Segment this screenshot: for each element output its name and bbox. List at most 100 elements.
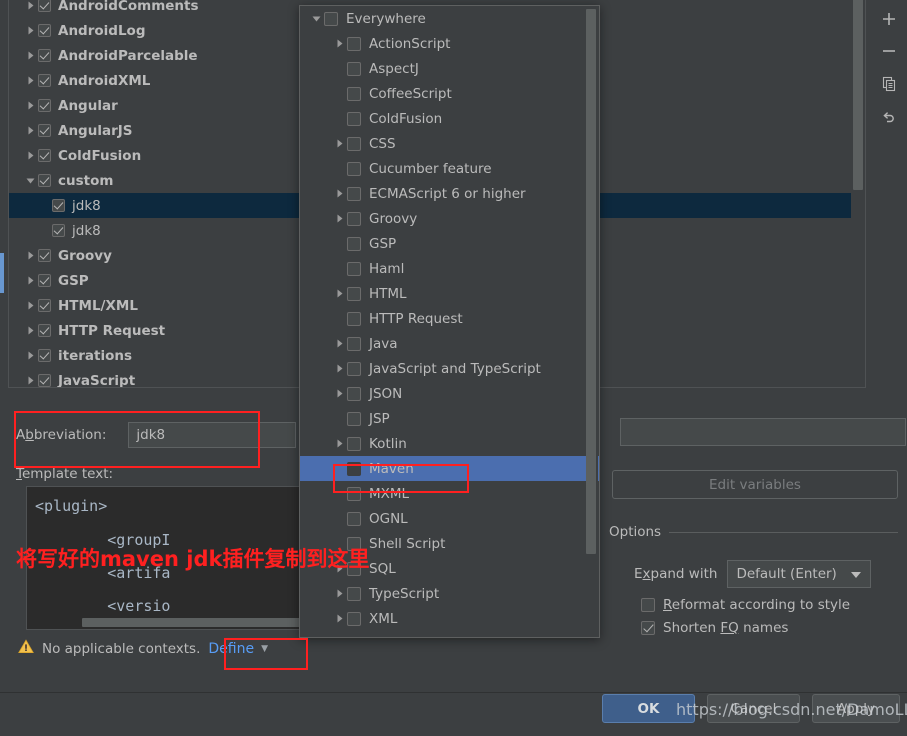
abbreviation-input[interactable]: jdk8: [128, 422, 297, 448]
chevron-right-icon[interactable]: [23, 150, 38, 161]
description-input[interactable]: [620, 418, 906, 446]
popup-row[interactable]: GSP: [300, 231, 599, 256]
popup-row-checkbox[interactable]: [324, 11, 338, 26]
popup-row-checkbox[interactable]: [347, 361, 361, 376]
chevron-right-icon[interactable]: [331, 388, 347, 399]
chevron-right-icon[interactable]: [23, 25, 38, 36]
tree-row-checkbox[interactable]: [38, 74, 51, 87]
popup-row[interactable]: CoffeeScript: [300, 81, 599, 106]
chevron-right-icon[interactable]: [331, 338, 347, 349]
tree-row-checkbox[interactable]: [38, 24, 51, 37]
popup-row[interactable]: Haml: [300, 256, 599, 281]
ok-button[interactable]: OK: [602, 694, 695, 723]
popup-row[interactable]: AspectJ: [300, 56, 599, 81]
chevron-right-icon[interactable]: [23, 275, 38, 286]
tree-row-checkbox[interactable]: [38, 124, 51, 137]
popup-row-checkbox[interactable]: [347, 211, 361, 226]
duplicate-template-button[interactable]: [874, 70, 904, 98]
popup-row-checkbox[interactable]: [347, 36, 361, 51]
popup-row[interactable]: ActionScript: [300, 31, 599, 56]
tree-row-checkbox[interactable]: [38, 299, 51, 312]
chevron-right-icon[interactable]: [23, 250, 38, 261]
chevron-right-icon[interactable]: [331, 38, 347, 49]
popup-row[interactable]: HTTP Request: [300, 306, 599, 331]
remove-template-button[interactable]: [874, 38, 904, 66]
popup-row-checkbox[interactable]: [347, 311, 361, 326]
popup-row[interactable]: MXML: [300, 481, 599, 506]
chevron-right-icon[interactable]: [23, 75, 38, 86]
chevron-right-icon[interactable]: [23, 300, 38, 311]
expand-with-select[interactable]: Default (Enter): [727, 560, 872, 588]
tree-row-checkbox[interactable]: [38, 349, 51, 362]
popup-row-checkbox[interactable]: [347, 136, 361, 151]
popup-row[interactable]: SQL: [300, 556, 599, 581]
popup-row-checkbox[interactable]: [347, 536, 361, 551]
popup-row-checkbox[interactable]: [347, 411, 361, 426]
chevron-right-icon[interactable]: [331, 288, 347, 299]
popup-row[interactable]: Shell Script: [300, 531, 599, 556]
cancel-button[interactable]: Cancel: [707, 694, 800, 723]
popup-row[interactable]: OGNL: [300, 506, 599, 531]
chevron-right-icon[interactable]: [331, 363, 347, 374]
popup-row[interactable]: Groovy: [300, 206, 599, 231]
chevron-right-icon[interactable]: [23, 325, 38, 336]
popup-row[interactable]: CSS: [300, 131, 599, 156]
chevron-right-icon[interactable]: [331, 588, 347, 599]
tree-row-checkbox[interactable]: [38, 0, 51, 12]
popup-row-checkbox[interactable]: [347, 161, 361, 176]
tree-scrollbar-track[interactable]: [851, 0, 865, 387]
popup-row-checkbox[interactable]: [347, 586, 361, 601]
chevron-right-icon[interactable]: [23, 125, 38, 136]
chevron-right-icon[interactable]: [331, 213, 347, 224]
popup-row[interactable]: Maven: [300, 456, 599, 481]
editor-horizontal-scrollbar[interactable]: [82, 618, 308, 627]
tree-row-checkbox[interactable]: [52, 199, 65, 212]
chevron-right-icon[interactable]: [331, 613, 347, 624]
chevron-down-icon[interactable]: [23, 175, 38, 186]
popup-row[interactable]: Java: [300, 331, 599, 356]
popup-row-checkbox[interactable]: [347, 261, 361, 276]
apply-button[interactable]: Apply: [812, 694, 900, 723]
tree-row-checkbox[interactable]: [38, 174, 51, 187]
define-context-button[interactable]: Define ▼: [208, 641, 268, 657]
popup-row[interactable]: Everywhere: [300, 6, 599, 31]
reformat-checkbox[interactable]: [641, 598, 655, 612]
chevron-right-icon[interactable]: [23, 100, 38, 111]
edit-variables-button[interactable]: Edit variables: [612, 470, 898, 499]
tree-row-checkbox[interactable]: [38, 149, 51, 162]
popup-row-checkbox[interactable]: [347, 111, 361, 126]
chevron-right-icon[interactable]: [331, 138, 347, 149]
tree-row-checkbox[interactable]: [38, 274, 51, 287]
tree-scrollbar-thumb[interactable]: [853, 0, 863, 190]
popup-row-checkbox[interactable]: [347, 511, 361, 526]
chevron-right-icon[interactable]: [23, 0, 38, 11]
popup-row-checkbox[interactable]: [347, 336, 361, 351]
chevron-right-icon[interactable]: [23, 50, 38, 61]
popup-row[interactable]: XML: [300, 606, 599, 631]
popup-row-checkbox[interactable]: [347, 386, 361, 401]
popup-row-checkbox[interactable]: [347, 461, 361, 476]
popup-row[interactable]: JSP: [300, 406, 599, 431]
popup-scrollbar-track[interactable]: [586, 7, 598, 636]
restore-defaults-button[interactable]: [874, 103, 904, 131]
popup-row[interactable]: JSON: [300, 381, 599, 406]
popup-row-checkbox[interactable]: [347, 436, 361, 451]
chevron-right-icon[interactable]: [331, 563, 347, 574]
chevron-down-icon[interactable]: [308, 13, 324, 24]
popup-row-checkbox[interactable]: [347, 236, 361, 251]
shorten-fq-checkbox[interactable]: [641, 621, 655, 635]
popup-row[interactable]: ECMAScript 6 or higher: [300, 181, 599, 206]
reformat-option-row[interactable]: Reformat according to style: [641, 597, 850, 613]
tree-row-checkbox[interactable]: [38, 249, 51, 262]
chevron-right-icon[interactable]: [23, 350, 38, 361]
context-selection-popup[interactable]: Everywhere ActionScript AspectJ CoffeeScrip…: [299, 5, 600, 638]
shorten-fq-option-row[interactable]: Shorten FQ names: [641, 620, 788, 636]
popup-scrollbar-thumb[interactable]: [586, 9, 596, 554]
popup-row[interactable]: Kotlin: [300, 431, 599, 456]
popup-row[interactable]: Cucumber feature: [300, 156, 599, 181]
tree-row-checkbox[interactable]: [52, 224, 65, 237]
popup-row[interactable]: TypeScript: [300, 581, 599, 606]
popup-row-checkbox[interactable]: [347, 86, 361, 101]
tree-row-checkbox[interactable]: [38, 99, 51, 112]
tree-row-checkbox[interactable]: [38, 49, 51, 62]
